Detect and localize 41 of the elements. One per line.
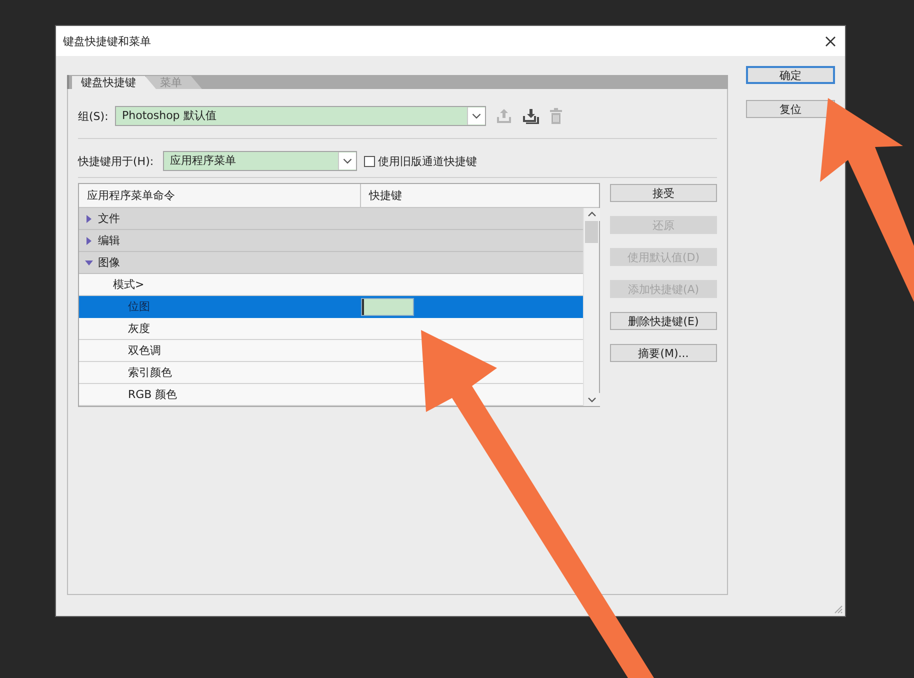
field-label: 快捷键用于(H):: [78, 154, 155, 168]
tree-row[interactable]: RGB 颜色: [79, 384, 583, 406]
group-dropdown[interactable]: Photoshop 默认值: [115, 106, 486, 126]
triangle-right-icon[interactable]: [85, 214, 93, 222]
tree-row[interactable]: 模式>: [79, 274, 583, 296]
field-label: 组(S):: [78, 108, 110, 124]
tray-down-arrow-icon[interactable]: [522, 108, 540, 124]
tab[interactable]: 键盘快捷键: [72, 76, 156, 89]
column-header[interactable]: 快捷键: [360, 184, 599, 207]
shortcut-input-field[interactable]: [361, 298, 414, 316]
resize-grip-icon[interactable]: [834, 605, 843, 614]
triangle-down-icon[interactable]: [85, 258, 93, 266]
row-label: RGB 颜色: [128, 387, 178, 402]
close-icon[interactable]: [825, 36, 836, 46]
dialog-button[interactable]: 确定: [746, 66, 835, 84]
column-header[interactable]: 应用程序菜单命令: [79, 184, 360, 207]
dialog-button[interactable]: 复位: [746, 100, 835, 118]
row-label: 位图: [128, 299, 150, 314]
row-label: 文件: [98, 211, 120, 226]
row-label: 模式>: [113, 277, 144, 292]
row-label: 灰度: [128, 321, 150, 336]
row-label: 图像: [98, 255, 120, 270]
shortcut-set-dropdown[interactable]: 应用程序菜单: [163, 151, 357, 171]
action-button[interactable]: 摘要(M)...: [610, 344, 717, 362]
row-label: 编辑: [98, 233, 120, 248]
action-button[interactable]: 接受: [610, 184, 717, 202]
action-button[interactable]: 删除快捷键(E): [610, 312, 717, 330]
tree-row[interactable]: 图像: [79, 252, 583, 274]
checkbox[interactable]: [364, 156, 375, 166]
row-label: 索引颜色: [128, 365, 172, 380]
checkbox-label[interactable]: 使用旧版通道快捷键: [378, 154, 477, 168]
tree-row[interactable]: 灰度: [79, 318, 583, 340]
window-title: 键盘快捷键和菜单: [63, 34, 151, 48]
tree-row[interactable]: 双色调: [79, 340, 583, 362]
chevron-down-icon[interactable]: [338, 152, 356, 170]
tree-row[interactable]: 编辑: [79, 230, 583, 252]
triangle-right-icon[interactable]: [85, 236, 93, 244]
tree-row[interactable]: 文件: [79, 208, 583, 230]
chevron-down-icon[interactable]: [467, 107, 485, 125]
scrollbar-thumb[interactable]: [585, 221, 598, 243]
row-label: 双色调: [128, 343, 161, 358]
